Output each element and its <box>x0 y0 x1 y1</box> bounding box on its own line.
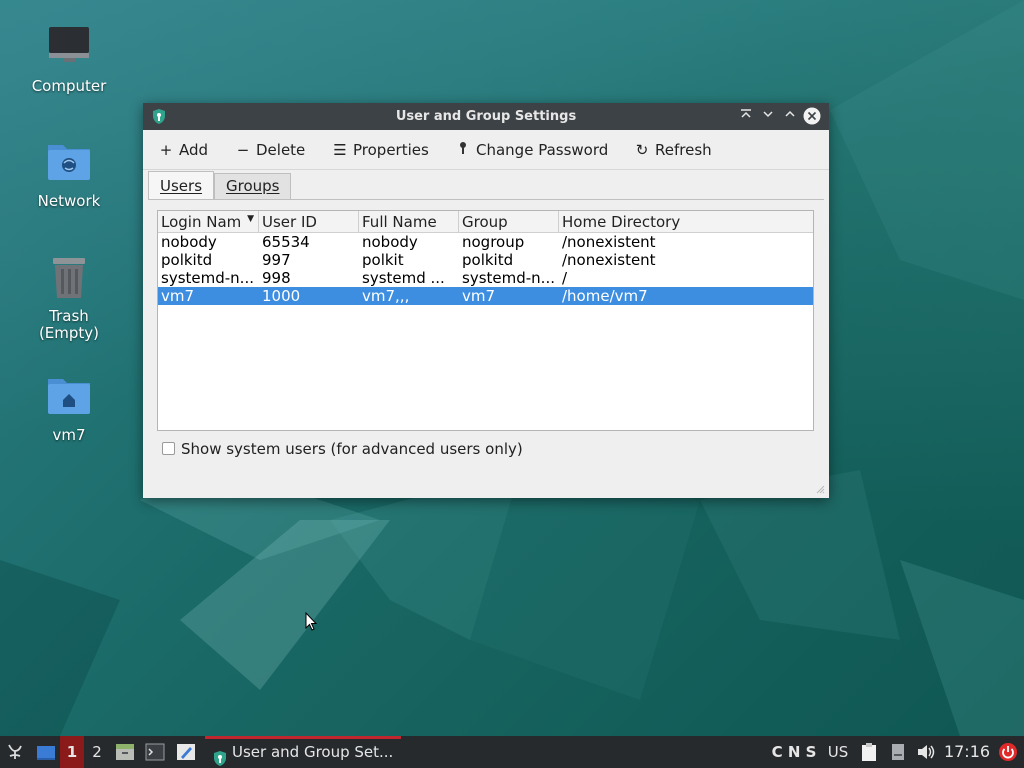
table-row[interactable]: polkitd 997 polkit polkitd /nonexistent <box>158 251 813 269</box>
cell-home: /nonexistent <box>562 233 656 251</box>
terminal-icon <box>145 743 165 761</box>
drive-button[interactable] <box>887 736 909 768</box>
tab-users[interactable]: Users <box>148 171 215 200</box>
properties-button[interactable]: ☰ Properties <box>332 141 429 159</box>
text-editor-icon <box>177 744 195 760</box>
power-button[interactable] <box>996 736 1020 768</box>
cell-group: nogroup <box>462 233 525 251</box>
cell-login: nobody <box>161 233 217 251</box>
clipboard-icon <box>862 743 876 761</box>
table-header: Login Nam ▼ User ID Full Name Group Home… <box>158 211 813 233</box>
close-icon[interactable] <box>803 107 821 125</box>
cell-uid: 997 <box>262 251 291 269</box>
add-button[interactable]: + Add <box>158 141 208 159</box>
desktop: Computer Network Trash (Empty) vm7 User … <box>0 0 1024 736</box>
cell-fullname: polkit <box>362 251 404 269</box>
column-header-group[interactable]: Group <box>459 211 559 233</box>
change-password-button[interactable]: Change Password <box>455 141 608 159</box>
cell-login: systemd-n... <box>161 269 254 287</box>
cell-home: / <box>562 269 568 287</box>
cell-fullname: systemd ... <box>362 269 445 287</box>
desktop-icon-network[interactable]: Network <box>19 139 119 210</box>
cell-fullname: vm7,,, <box>362 287 410 305</box>
xfce-logo-icon <box>8 744 22 759</box>
delete-button[interactable]: − Delete <box>235 141 306 159</box>
app-menu-button[interactable] <box>3 736 27 768</box>
column-header-login[interactable]: Login Nam ▼ <box>158 211 259 233</box>
column-header-home[interactable]: Home Directory <box>559 211 813 233</box>
checkbox-label: Show system users (for advanced users on… <box>181 440 523 458</box>
desktop-icon-trash[interactable]: Trash (Empty) <box>19 254 119 342</box>
cell-uid: 998 <box>262 269 291 287</box>
tab-groups[interactable]: Groups <box>214 173 292 199</box>
cell-group: systemd-n... <box>462 269 555 287</box>
column-header-fullname[interactable]: Full Name <box>359 211 459 233</box>
window-titlebar[interactable]: User and Group Settings <box>143 103 829 130</box>
plus-icon: + <box>159 141 173 159</box>
clock[interactable]: 17:16 <box>942 736 992 768</box>
cell-login: vm7 <box>161 287 195 305</box>
cell-uid: 1000 <box>262 287 301 305</box>
toolbar: + Add − Delete ☰ Properties Change Password… <box>143 130 829 170</box>
task-label: User and Group Set... <box>232 743 394 761</box>
cell-group: vm7 <box>462 287 496 305</box>
show-desktop-button[interactable] <box>34 736 58 768</box>
desktop-icon-computer[interactable]: Computer <box>19 24 119 95</box>
sort-down-icon: ▼ <box>247 214 254 224</box>
checkbox-box[interactable] <box>162 442 175 455</box>
mouse-cursor-icon <box>305 612 317 631</box>
computer-icon <box>45 24 93 72</box>
trash-icon <box>45 254 93 302</box>
cell-group: polkitd <box>462 251 514 269</box>
cell-home: /nonexistent <box>562 251 656 269</box>
network-folder-icon <box>45 139 93 187</box>
indicator-locks: C N S <box>771 743 817 761</box>
clipboard-button[interactable] <box>858 736 880 768</box>
desktop-icon <box>37 746 55 760</box>
column-header-uid[interactable]: User ID <box>259 211 359 233</box>
home-folder-icon <box>45 373 93 421</box>
desktop-icon-label: Trash <box>49 307 89 325</box>
desktop-icon-home[interactable]: vm7 <box>19 373 119 444</box>
speaker-icon <box>918 745 935 759</box>
text-editor-launcher[interactable] <box>175 736 197 768</box>
terminal-launcher[interactable] <box>144 736 166 768</box>
keep-above-icon[interactable] <box>737 107 755 125</box>
desktop-icon-label: Computer <box>31 77 107 95</box>
workspace-2-button[interactable]: 2 <box>86 736 108 768</box>
key-icon <box>455 141 471 159</box>
window-title: User and Group Settings <box>395 109 577 124</box>
maximize-icon[interactable] <box>781 107 799 125</box>
taskbar: 1 2 User and Group Set... C N S US 17:16 <box>0 736 1024 768</box>
desktop-icon-sublabel: (Empty) <box>38 324 100 342</box>
table-row[interactable]: nobody 65534 nobody nogroup /nonexistent <box>158 233 813 251</box>
drive-icon <box>892 744 904 760</box>
users-panel: Login Nam ▼ User ID Full Name Group Home… <box>148 199 824 491</box>
cell-fullname: nobody <box>362 233 418 251</box>
task-shield-icon <box>213 745 227 768</box>
show-system-users-checkbox[interactable]: Show system users (for advanced users on… <box>162 440 523 458</box>
resize-grip-icon[interactable] <box>815 484 825 494</box>
cell-login: polkitd <box>161 251 213 269</box>
refresh-icon: ↻ <box>635 141 649 159</box>
desktop-icon-label: vm7 <box>52 426 86 444</box>
minimize-icon[interactable] <box>759 107 777 125</box>
file-cabinet-icon <box>116 744 134 760</box>
keyboard-layout-indicator[interactable]: US <box>825 736 851 768</box>
table-row[interactable]: systemd-n... 998 systemd ... systemd-n..… <box>158 269 813 287</box>
workspace-1-button[interactable]: 1 <box>60 736 84 768</box>
refresh-button[interactable]: ↻ Refresh <box>634 141 712 159</box>
volume-button[interactable] <box>914 736 938 768</box>
table-row-selected[interactable]: vm7 1000 vm7,,, vm7 /home/vm7 <box>158 287 813 305</box>
user-group-settings-window: User and Group Settings +Add −Delete ☰ <box>143 103 829 498</box>
users-table[interactable]: Login Nam ▼ User ID Full Name Group Home… <box>157 210 814 431</box>
cell-uid: 65534 <box>262 233 310 251</box>
desktop-icon-label: Network <box>37 192 101 210</box>
power-icon <box>999 743 1017 761</box>
file-manager-launcher[interactable] <box>114 736 136 768</box>
minus-icon: − <box>236 141 250 159</box>
list-icon: ☰ <box>333 141 347 159</box>
task-user-group-settings[interactable]: User and Group Set... <box>205 736 401 768</box>
cell-home: /home/vm7 <box>562 287 648 305</box>
